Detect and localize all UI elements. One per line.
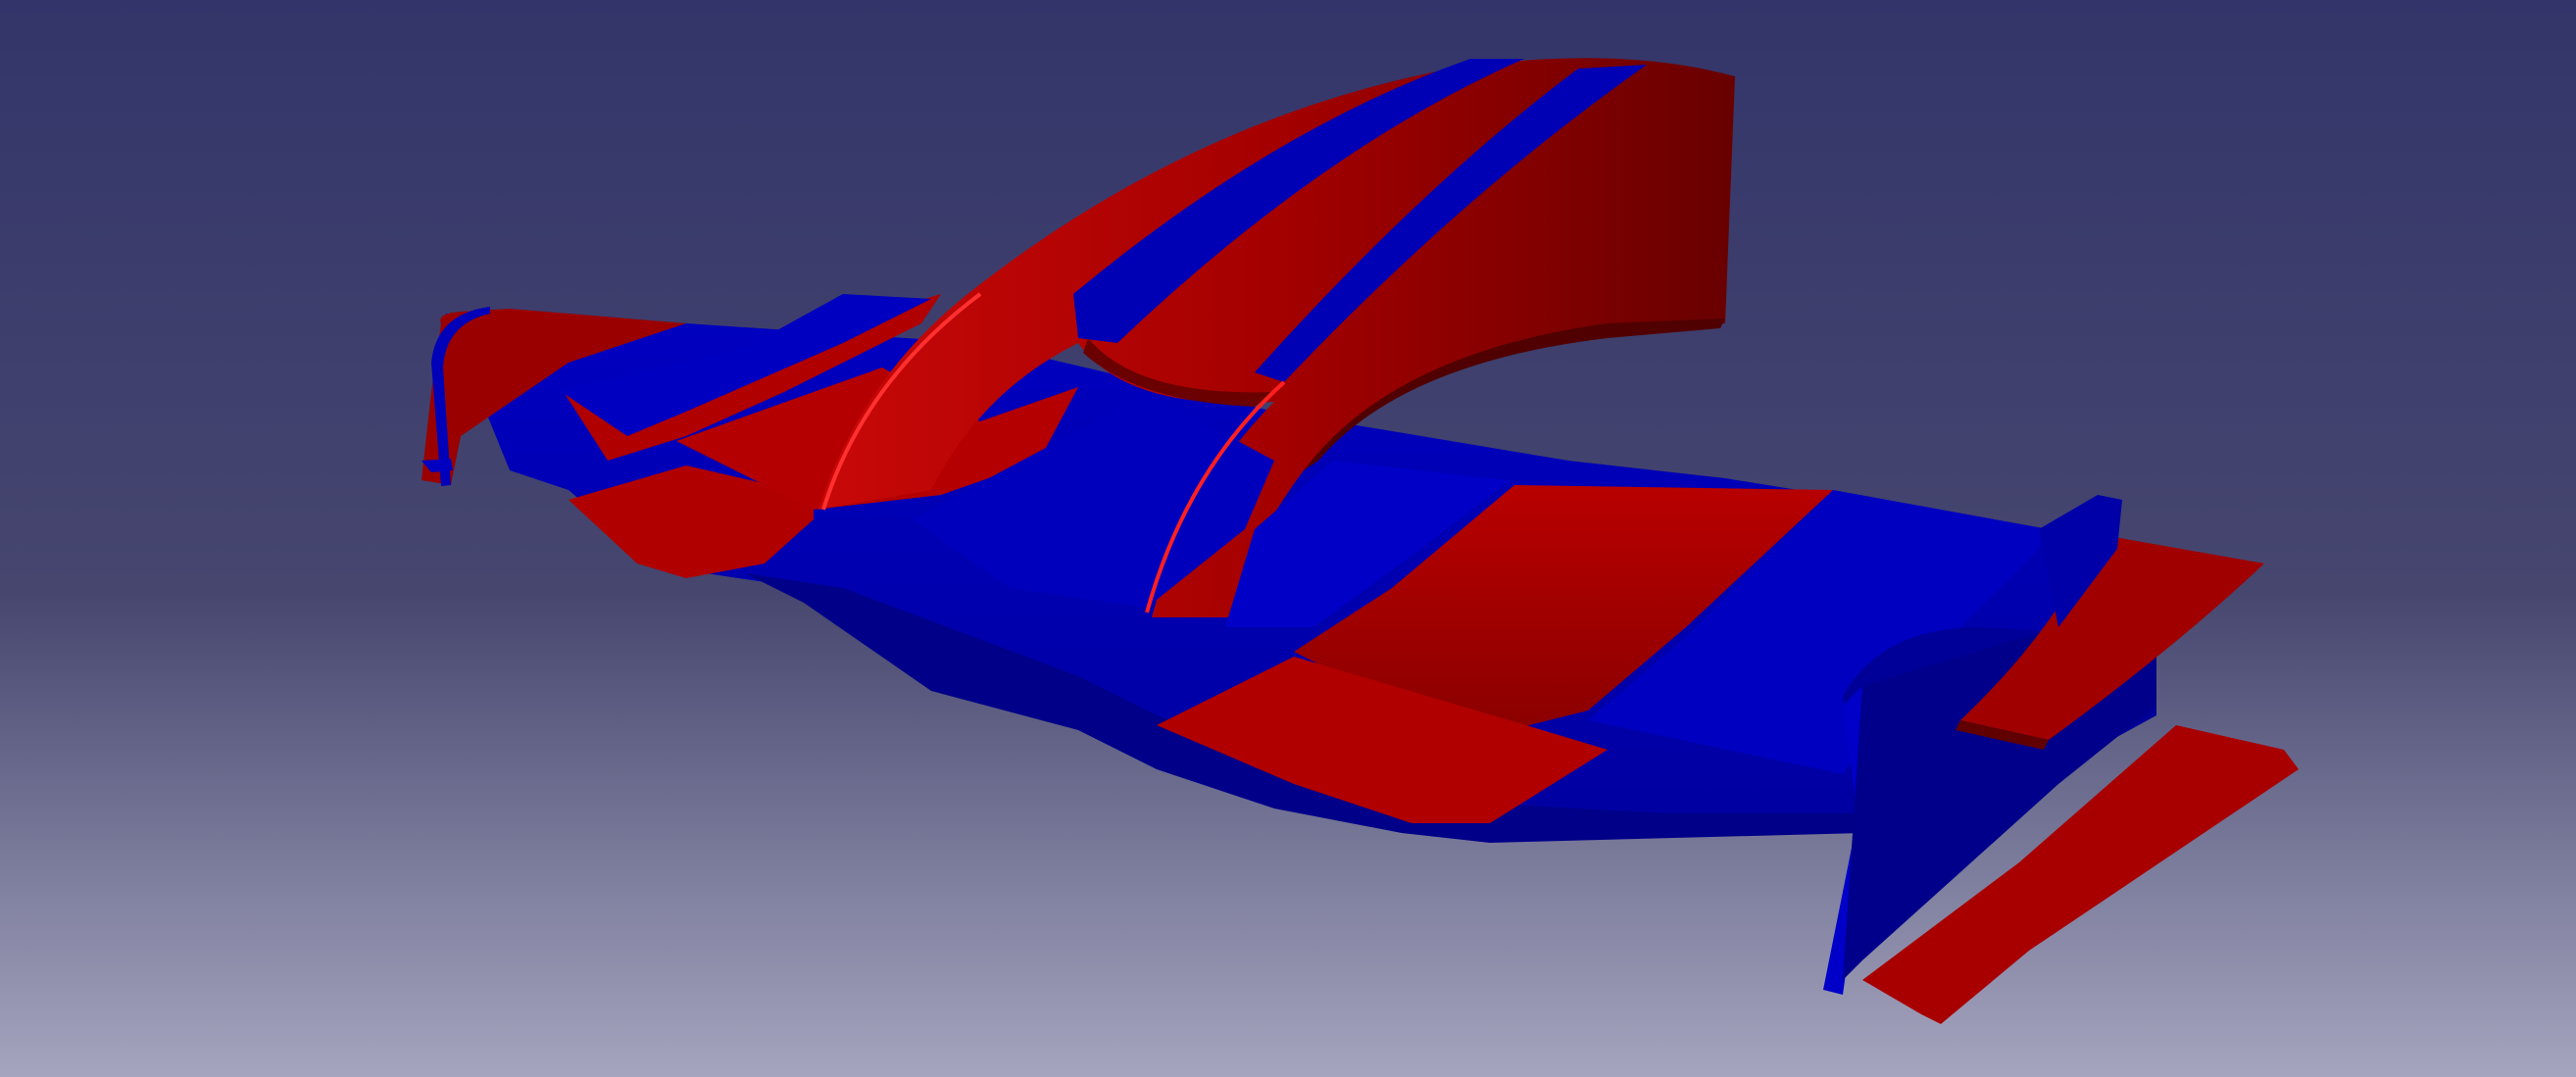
viewport-canvas[interactable] bbox=[0, 0, 2576, 1077]
3d-viewport[interactable] bbox=[0, 0, 2576, 1077]
